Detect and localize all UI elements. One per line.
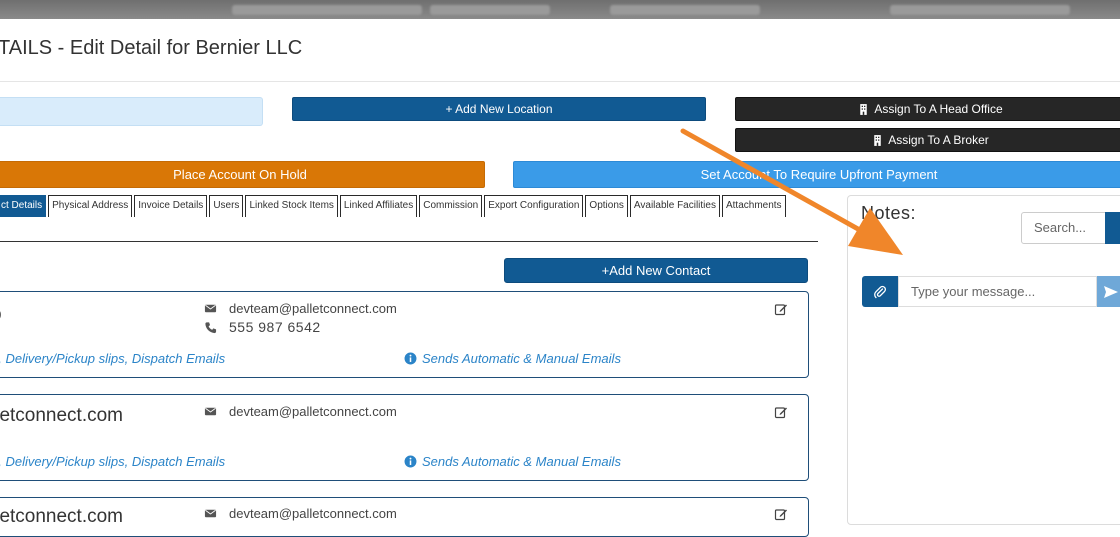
contact-roles: n, Delivery/Pickup slips, Dispatch Email… <box>0 454 226 469</box>
title-divider <box>0 81 1120 82</box>
tab-options[interactable]: Options <box>585 195 628 217</box>
info-icon <box>404 455 417 468</box>
send-icon <box>1104 285 1118 298</box>
contact-name: lletconnect.com <box>0 405 124 426</box>
tab-divider <box>0 241 818 242</box>
tab-available-facilities[interactable]: Available Facilities <box>629 195 720 217</box>
add-new-location-button[interactable]: + Add New Location <box>292 97 706 121</box>
contact-email-row: devteam@palletconnect.com <box>204 301 397 316</box>
partial-light-button[interactable] <box>0 97 263 126</box>
contact-email: devteam@palletconnect.com <box>229 404 397 419</box>
contact-phone-row: 555 987 6542 <box>204 319 321 335</box>
blurred-nav-text <box>430 5 550 15</box>
browser-top-bar <box>0 0 1120 19</box>
message-input[interactable]: Type your message... <box>898 276 1097 307</box>
require-upfront-label: Set Account To Require Upfront Payment <box>700 167 938 182</box>
email-note-row: Sends Automatic & Manual Emails <box>404 454 621 469</box>
assign-head-office-label: Assign To A Head Office <box>874 102 1003 116</box>
detail-tabs: ct Details Physical Address Invoice Deta… <box>0 195 788 219</box>
tab-invoice-details[interactable]: Invoice Details <box>134 195 208 217</box>
tab-attachments[interactable]: Attachments <box>721 195 786 217</box>
email-note: Sends Automatic & Manual Emails <box>422 351 621 366</box>
tab-physical-address[interactable]: Physical Address <box>48 195 133 217</box>
building-icon <box>860 103 868 115</box>
notes-search-input[interactable]: Search... <box>1021 212 1106 244</box>
email-note: Sends Automatic & Manual Emails <box>422 454 621 469</box>
blurred-nav-text <box>610 5 760 15</box>
envelope-icon <box>204 407 217 416</box>
assign-head-office-button[interactable]: Assign To A Head Office <box>735 97 1120 121</box>
assign-broker-label: Assign To A Broker <box>888 133 989 147</box>
notes-search-button[interactable] <box>1105 212 1120 244</box>
envelope-icon <box>204 304 217 313</box>
paperclip-icon <box>874 285 887 298</box>
blurred-nav-icons <box>890 5 1070 15</box>
email-note-row: Sends Automatic & Manual Emails <box>404 351 621 366</box>
modal-title: TAILS - Edit Detail for Bernier LLC <box>0 37 303 59</box>
add-new-contact-button[interactable]: +Add New Contact <box>504 258 808 283</box>
notes-title: Notes: <box>861 203 917 223</box>
building-icon <box>874 134 881 146</box>
envelope-icon <box>204 509 217 518</box>
place-on-hold-label: Place Account On Hold <box>173 167 307 182</box>
tab-commission[interactable]: Commission <box>419 195 483 217</box>
tab-contact-details[interactable]: ct Details <box>0 195 47 217</box>
contact-card: o devteam@palletconnect.com 555 987 6542… <box>0 291 809 378</box>
tab-users[interactable]: Users <box>209 195 244 217</box>
contact-phone: 555 987 6542 <box>229 319 321 335</box>
contact-roles: n, Delivery/Pickup slips, Dispatch Email… <box>0 351 226 366</box>
info-icon <box>404 352 417 365</box>
tab-export-configuration[interactable]: Export Configuration <box>484 195 584 217</box>
contact-name: lletconnect.com <box>0 506 124 527</box>
contact-name: o <box>0 304 2 326</box>
contact-card: lletconnect.com devteam@palletconnect.co… <box>0 497 809 537</box>
place-account-on-hold-button[interactable]: Place Account On Hold <box>0 161 485 188</box>
notes-panel <box>847 195 1120 525</box>
edit-icon[interactable] <box>774 405 788 419</box>
contact-email: devteam@palletconnect.com <box>229 301 397 316</box>
phone-icon <box>205 321 217 333</box>
send-button[interactable] <box>1097 276 1120 307</box>
contact-card: lletconnect.com devteam@palletconnect.co… <box>0 394 809 481</box>
require-upfront-payment-button[interactable]: Set Account To Require Upfront Payment <box>513 161 1120 188</box>
add-new-location-label: + Add New Location <box>445 102 553 116</box>
blurred-nav-text <box>232 5 422 15</box>
contact-email-row: devteam@palletconnect.com <box>204 404 397 419</box>
add-new-contact-label: +Add New Contact <box>601 263 711 278</box>
edit-icon[interactable] <box>774 302 788 316</box>
attach-button[interactable] <box>862 276 898 307</box>
tab-linked-stock-items[interactable]: Linked Stock Items <box>245 195 338 217</box>
assign-broker-button[interactable]: Assign To A Broker <box>735 128 1120 152</box>
tab-linked-affiliates[interactable]: Linked Affiliates <box>339 195 418 217</box>
